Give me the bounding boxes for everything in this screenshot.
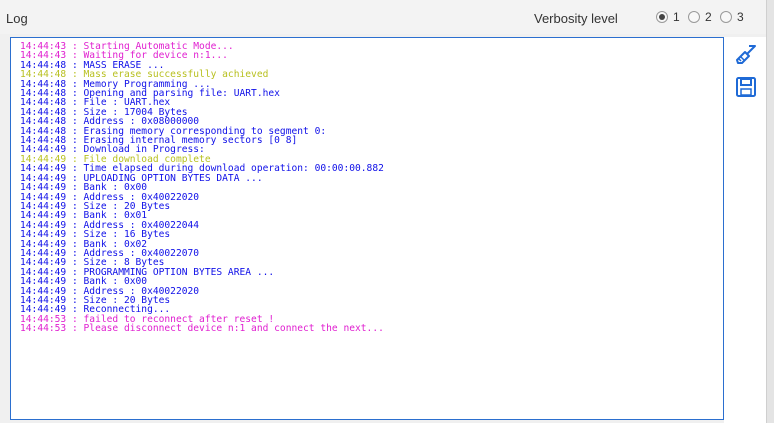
broom-icon: [736, 45, 756, 64]
clear-log-button[interactable]: [734, 43, 758, 67]
verbosity-option-label: 1: [673, 10, 680, 24]
radio-unselected-icon: [720, 11, 732, 23]
radio-unselected-icon: [688, 11, 700, 23]
save-icon: [736, 77, 756, 97]
verbosity-radio-3[interactable]: 3: [720, 10, 744, 24]
verbosity-option-label: 2: [705, 10, 712, 24]
verbosity-label: Verbosity level: [534, 11, 618, 26]
verbosity-radio-2[interactable]: 2: [688, 10, 712, 24]
log-lines: 14:44:43 : Starting Automatic Mode... 14:…: [11, 38, 723, 335]
log-output[interactable]: 14:44:43 : Starting Automatic Mode... 14:…: [10, 37, 724, 420]
log-toolbar: [724, 37, 766, 423]
window-edge: [766, 0, 774, 423]
log-line: 14:44:53 : Please disconnect device n:1 …: [20, 323, 384, 335]
log-title: Log: [6, 11, 28, 26]
log-header: Log Verbosity level 1 2 3: [0, 0, 774, 34]
radio-selected-icon: [656, 11, 668, 23]
save-log-button[interactable]: [734, 75, 758, 99]
verbosity-option-label: 3: [737, 10, 744, 24]
verbosity-radio-1[interactable]: 1: [656, 10, 680, 24]
